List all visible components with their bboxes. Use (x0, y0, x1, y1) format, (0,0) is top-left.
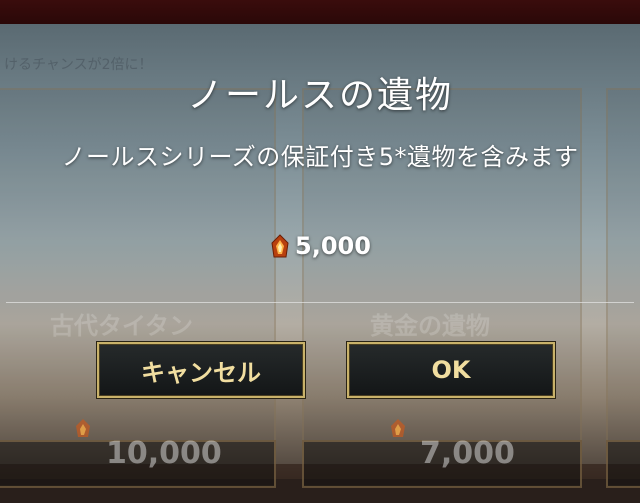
dialog-description: ノールスシリーズの保証付き5*遺物を含みます (61, 143, 579, 171)
price-display: 5,000 (0, 232, 640, 260)
cancel-button[interactable]: キャンセル (97, 342, 305, 398)
ember-gem-icon (271, 234, 289, 258)
dialog-title: ノールスの遺物 (186, 75, 453, 116)
purchase-dialog: ノールスの遺物 ノールスシリーズの保証付き5*遺物を含みます 5,000 キャン… (0, 24, 640, 479)
top-bar (0, 0, 640, 25)
divider (6, 302, 634, 303)
ok-button[interactable]: OK (347, 342, 555, 398)
price-value: 5,000 (295, 232, 371, 260)
